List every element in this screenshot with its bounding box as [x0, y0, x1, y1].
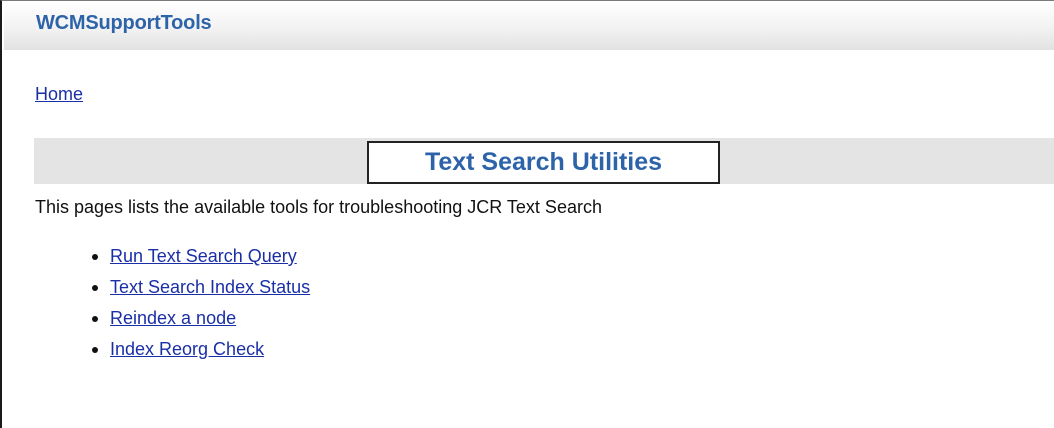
- reindex-a-node-link[interactable]: Reindex a node: [110, 308, 236, 328]
- list-item: Text Search Index Status: [92, 277, 310, 308]
- list-item: Reindex a node: [92, 308, 310, 339]
- bullet-icon: [92, 285, 98, 291]
- run-text-search-query-link[interactable]: Run Text Search Query: [110, 246, 297, 266]
- tools-list: Run Text Search Query Text Search Index …: [92, 246, 310, 370]
- bullet-icon: [92, 254, 98, 260]
- header-bar: WCMSupportTools: [4, 2, 1054, 50]
- page-frame: WCMSupportTools Home Text Search Utiliti…: [0, 0, 1054, 428]
- bullet-icon: [92, 316, 98, 322]
- home-link[interactable]: Home: [35, 84, 83, 105]
- page-title: Text Search Utilities: [367, 141, 720, 184]
- page-description: This pages lists the available tools for…: [35, 197, 602, 217]
- app-title: WCMSupportTools: [36, 12, 212, 34]
- list-item: Index Reorg Check: [92, 339, 310, 370]
- bullet-icon: [92, 347, 98, 353]
- text-search-index-status-link[interactable]: Text Search Index Status: [110, 277, 310, 297]
- list-item: Run Text Search Query: [92, 246, 310, 277]
- index-reorg-check-link[interactable]: Index Reorg Check: [110, 339, 264, 359]
